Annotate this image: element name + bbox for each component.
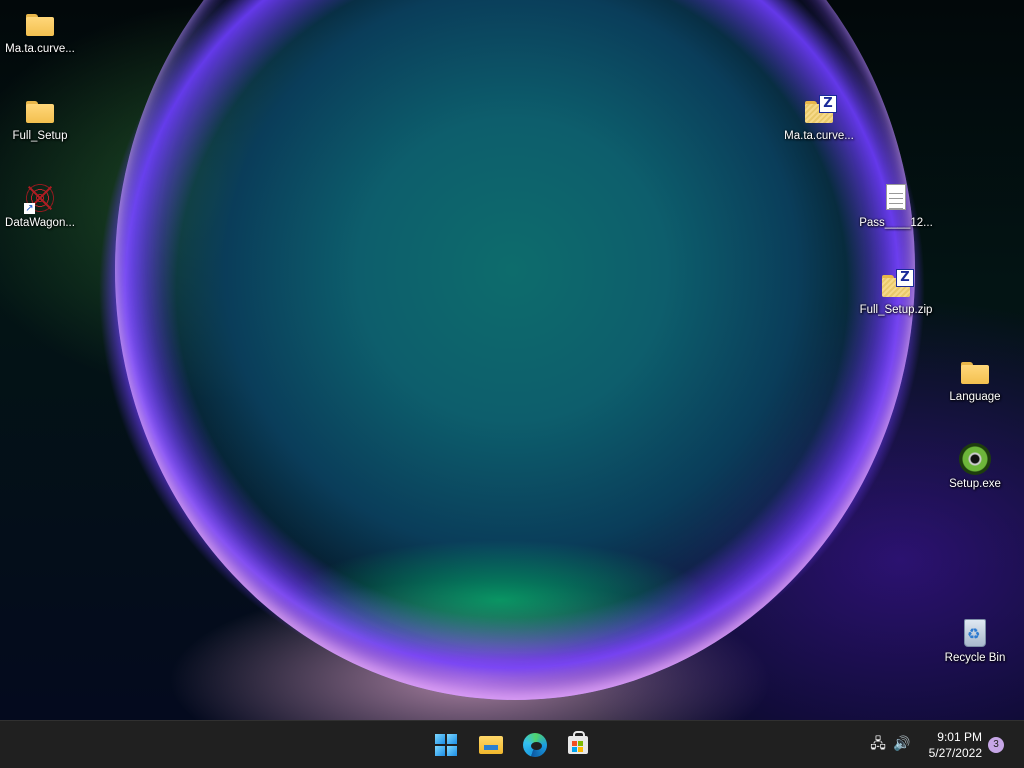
desktop-icon-ma-ta-curve-zip[interactable]: Z Ma.ta.curve... [779,95,859,143]
recycle-bin-icon [959,617,991,649]
text-document-icon [880,182,912,214]
zip-folder-icon: Z [880,269,914,301]
clock-date: 5/27/2022 [928,746,982,760]
desktop-icon-label: Full_Setup.zip [859,304,933,316]
shortcut-arrow-icon: ↗ [24,203,35,214]
desktop-icon-full-setup-zip[interactable]: Z Full_Setup.zip [856,269,936,317]
file-explorer-button[interactable] [475,729,507,761]
desktop-icon-setup-exe[interactable]: Setup.exe [935,443,1015,491]
windows-logo-icon [435,734,457,756]
edge-browser-icon [523,733,547,757]
desktop-icon-label: Ma.ta.curve... [5,43,75,55]
desktop-icon-label: Ma.ta.curve... [784,130,854,142]
folder-icon [24,8,56,40]
desktop-wallpaper: Ma.ta.curve... Full_Setup ↗ DataWagon...… [0,0,1024,720]
desktop-icon-full-setup-folder[interactable]: Full_Setup [0,95,80,143]
volume-icon[interactable]: 🔊 [892,734,912,754]
desktop-icon-datawagon-shortcut[interactable]: ↗ DataWagon... [0,182,80,230]
desktop-icon-label: Full_Setup [12,130,68,142]
desktop-icon-pass-text-file[interactable]: Pass____12... [856,182,936,230]
desktop-icon-label: Language [949,391,1001,403]
clock-time: 9:01 PM [937,730,982,744]
desktop-icon-label: Setup.exe [949,478,1001,490]
store-button[interactable] [562,729,594,761]
edge-button[interactable] [519,729,551,761]
desktop-icon-ma-ta-curve-folder[interactable]: Ma.ta.curve... [0,8,80,56]
folder-icon [479,736,503,754]
notification-count-badge[interactable]: 3 [988,737,1004,753]
datawagon-app-icon: ↗ [24,182,56,214]
folder-icon [959,356,991,388]
zip-folder-icon: Z [803,95,837,127]
desktop-icon-label: Pass____12... [859,217,933,229]
desktop-icon-label: Recycle Bin [944,652,1006,664]
setup-disc-icon [959,443,991,475]
taskbar-clock[interactable]: 9:01 PM 5/27/2022 [914,729,982,761]
desktop-icon-label: DataWagon... [5,217,75,229]
desktop-icon-recycle-bin[interactable]: Recycle Bin [935,617,1015,665]
desktop-icon-language-folder[interactable]: Language [935,356,1015,404]
store-bag-icon [568,731,588,754]
start-button[interactable] [430,729,462,761]
network-icon[interactable]: 🖧 [868,734,888,754]
folder-icon [24,95,56,127]
taskbar: 🖧 🔊 9:01 PM 5/27/2022 3 [0,720,1024,768]
